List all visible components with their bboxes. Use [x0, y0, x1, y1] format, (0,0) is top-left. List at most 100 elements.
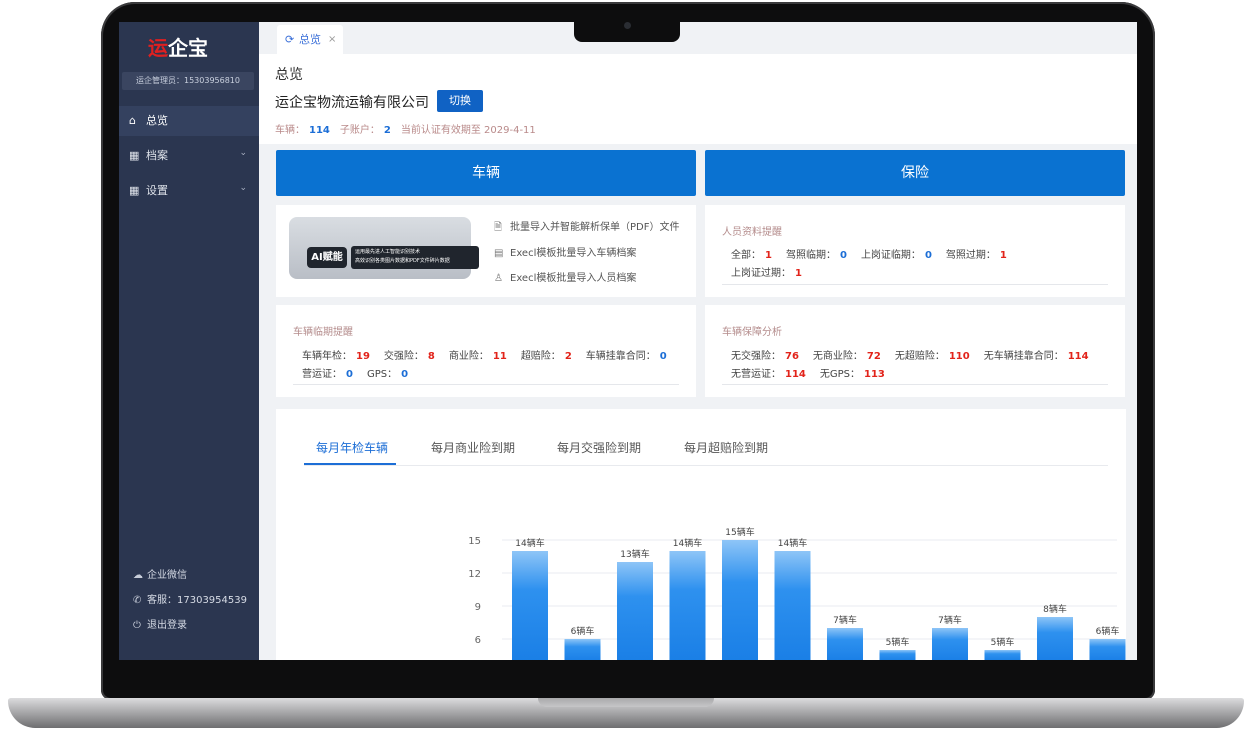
stat-value[interactable]: 2 [565, 351, 572, 362]
stat-value[interactable]: 0 [346, 369, 353, 380]
refresh-icon: ⟳ [285, 33, 295, 46]
logout-label: 退出登录 [147, 620, 187, 631]
stat-value[interactable]: 1 [795, 268, 802, 279]
coverage-row-2: 无营运证： 114 无GPS： 113 [731, 365, 899, 380]
tab-label: 总览 [299, 33, 321, 46]
vehicles-count[interactable]: 114 [309, 125, 330, 136]
chart-bar[interactable] [984, 650, 1021, 660]
stat-label: 车辆年检： [302, 351, 352, 362]
stat-label: 驾照过期： [945, 250, 996, 261]
bar-data-label: 5辆车 [991, 636, 1015, 648]
stat-label: 车辆挂靠合同： [585, 351, 656, 362]
stat-value[interactable]: 113 [864, 369, 885, 380]
phone-icon: ✆ [133, 595, 142, 606]
stat-value[interactable]: 0 [401, 369, 408, 380]
stat-label: 无GPS： [819, 369, 861, 380]
document-icon: ▤ [494, 248, 504, 259]
wechat-label: 企业微信 [147, 570, 187, 581]
subaccounts-count[interactable]: 2 [384, 125, 391, 136]
y-tick-label: 9 [475, 602, 481, 613]
grid-icon: ▦ [129, 184, 140, 197]
stat-value[interactable]: 1 [765, 250, 772, 261]
tab-bar: ⟳ 总览 × [259, 22, 1137, 54]
monthly-inspection-bar-chart: 14辆车 6辆车 13辆车 14辆车 15辆车 14辆车 7辆车 5辆车 7辆车 5辆车 8辆车 6辆… [468, 526, 1126, 660]
divider [722, 384, 1108, 385]
stat-label: 全部： [731, 250, 761, 261]
tab-overview[interactable]: ⟳ 总览 × [277, 25, 343, 54]
app-screen: 运企宝 运企管理员：15303956810 ⌂ 总览 ▦ 档案 ⌄ ▦ 设置 ⌄… [119, 22, 1137, 660]
stat-value[interactable]: 1 [1000, 250, 1007, 261]
chart-bar[interactable] [722, 540, 758, 660]
stat-value[interactable]: 114 [1068, 351, 1089, 362]
sidebar-item-label: 设置 [146, 184, 168, 197]
y-tick-label: 6 [475, 635, 481, 646]
chart-bar[interactable] [932, 628, 968, 660]
stat-label: GPS： [366, 369, 398, 380]
chart-bar[interactable] [512, 551, 548, 660]
stat-value[interactable]: 114 [785, 369, 806, 380]
vehicle-expiry-card: 车辆临期提醒 车辆年检： 19 交强险： 8 商业险： 11 超赔险： 2 车辆挂靠合同： 0 营… [276, 305, 696, 397]
card-title: 人员资料提醒 [722, 227, 782, 238]
stat-label: 无商业险： [812, 351, 863, 362]
page-header: 总览 运企宝物流运输有限公司 切换 车辆： 114 子账户： 2 当前认证有效期至 20… [259, 54, 1137, 144]
stat-value[interactable]: 110 [949, 351, 970, 362]
chart-bar[interactable] [879, 650, 916, 660]
personnel-reminder-card: 人员资料提醒 全部： 1 驾照临期： 0 上岗证临期： 0 驾照过期： 1 上岗证过期： 1 [705, 205, 1125, 297]
bar-data-label: 14辆车 [673, 537, 702, 549]
app-logo[interactable]: 运企宝 [148, 32, 208, 61]
logo-text: 企宝 [168, 36, 208, 60]
stat-label: 营运证： [302, 369, 342, 380]
service-label: 客服：17303954539 [147, 595, 247, 606]
chart-bar[interactable] [827, 628, 863, 660]
stat-label: 上岗证临期： [860, 250, 921, 261]
stat-value[interactable]: 76 [785, 351, 799, 362]
sidebar-item-settings[interactable]: ▦ 设置 ⌄ [119, 176, 259, 206]
sidebar-item-overview[interactable]: ⌂ 总览 [119, 106, 259, 136]
bar-data-label: 14辆车 [515, 537, 544, 549]
logout-button[interactable]: ⏻ 退出登录 [133, 619, 187, 633]
ai-banner-image: AI赋能 运用最先进人工智能识别技术 高效识别各类图片数据和PDF文件碎片数据 [289, 217, 479, 279]
user-icon: ♙ [494, 273, 503, 284]
chart-bar[interactable] [669, 551, 706, 660]
stat-value[interactable]: 19 [356, 351, 370, 362]
vehicles-label: 车辆： [275, 125, 305, 136]
chevron-down-icon: ⌄ [239, 183, 247, 193]
y-tick-label: 12 [468, 569, 481, 580]
import-action-label: 批量导入并智能解析保单（PDF）文件 [510, 222, 680, 233]
switch-company-button[interactable]: 切换 [437, 90, 483, 112]
import-personnel-link[interactable]: ♙ Execl模板批量导入人员档案 [494, 269, 636, 284]
ai-description: 运用最先进人工智能识别技术 高效识别各类图片数据和PDF文件碎片数据 [351, 246, 479, 269]
stat-value[interactable]: 0 [925, 250, 932, 261]
stat-value[interactable]: 0 [660, 351, 667, 362]
certification-expiry: 当前认证有效期至 2029-4-11 [400, 125, 536, 136]
stat-value[interactable]: 0 [840, 250, 847, 261]
bar-data-label: 8辆车 [1043, 603, 1067, 615]
stat-value[interactable]: 8 [428, 351, 435, 362]
import-vehicles-link[interactable]: ▤ Execl模板批量导入车辆档案 [494, 244, 636, 259]
laptop-mockup: 运企宝 运企管理员：15303956810 ⌂ 总览 ▦ 档案 ⌄ ▦ 设置 ⌄… [0, 0, 1252, 738]
chart-bar[interactable] [774, 551, 811, 660]
bar-data-label: 15辆车 [725, 526, 754, 538]
chart-bar[interactable] [564, 639, 601, 660]
page-title: 总览 [275, 67, 303, 83]
stat-value[interactable]: 11 [493, 351, 507, 362]
wechat-link[interactable]: ☁ 企业微信 [133, 569, 187, 583]
ai-line-1: 运用最先进人工智能识别技术 [355, 249, 421, 255]
chevron-down-icon: ⌄ [239, 148, 247, 158]
sidebar-item-archives[interactable]: ▦ 档案 ⌄ [119, 141, 259, 171]
insurance-banner[interactable]: 保险 [705, 150, 1125, 196]
chart-bar[interactable] [1089, 639, 1126, 660]
close-icon[interactable]: × [328, 25, 336, 54]
bar-data-label: 6辆车 [571, 625, 595, 637]
stat-label: 无车辆挂靠合同： [983, 351, 1064, 362]
admin-account-label: 运企管理员：15303956810 [122, 72, 254, 90]
bar-data-label: 14辆车 [778, 537, 807, 549]
import-policy-pdf-link[interactable]: 🗎 批量导入并智能解析保单（PDF）文件 [494, 218, 679, 237]
stat-value[interactable]: 72 [867, 351, 881, 362]
chart-bar[interactable] [1037, 617, 1073, 660]
bar-data-label: 13辆车 [620, 548, 649, 560]
chart-bar[interactable] [617, 562, 653, 660]
vehicles-banner[interactable]: 车辆 [276, 150, 696, 196]
stat-label: 商业险： [448, 351, 489, 362]
bar-data-label: 5辆车 [886, 636, 910, 648]
